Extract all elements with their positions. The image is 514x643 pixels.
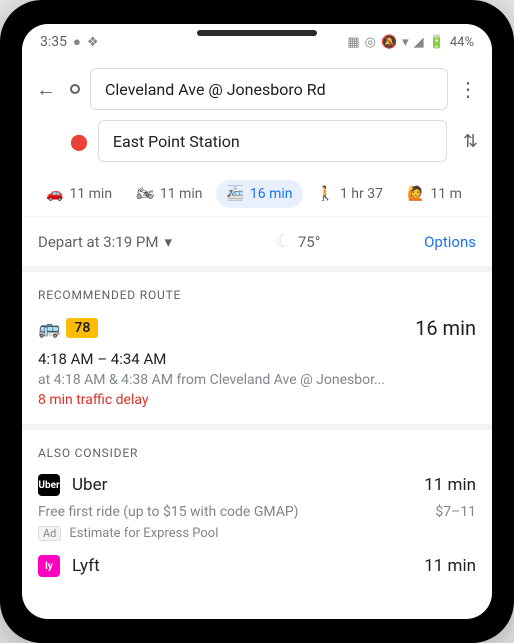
uber-subrow: Free first ride (up to $15 with code GMA… bbox=[38, 504, 476, 520]
lyft-name: Lyft bbox=[72, 556, 100, 576]
mode-transit[interactable]: 🚈 16 min bbox=[216, 180, 302, 208]
phone-inner: 3:35 ● ❖ ▦ ◎ 🔕 ▾ ◢ 🔋 44% ← bbox=[14, 14, 500, 629]
destination-row: ⬤ ⇅ bbox=[36, 120, 478, 162]
provider-lyft[interactable]: ly Lyft 11 min bbox=[38, 555, 476, 577]
mode-rideshare[interactable]: 🙋 11 m bbox=[397, 180, 472, 208]
screen: 3:35 ● ❖ ▦ ◎ 🔕 ▾ ◢ 🔋 44% ← bbox=[22, 24, 492, 619]
destination-input[interactable] bbox=[98, 120, 447, 162]
depart-label: Depart at 3:19 PM bbox=[38, 233, 158, 251]
overflow-menu-button[interactable]: ⋮ bbox=[458, 77, 478, 101]
route-summary: 🚌 78 16 min bbox=[38, 316, 476, 340]
route-badge: 78 bbox=[66, 318, 98, 338]
dnd-icon: 🔕 bbox=[381, 35, 397, 50]
route-times: 4:18 AM – 4:34 AM bbox=[38, 350, 476, 368]
origin-row: ← ⋮ bbox=[36, 68, 478, 110]
uber-duration: 11 min bbox=[424, 475, 476, 495]
traffic-delay: 8 min traffic delay bbox=[38, 392, 476, 408]
mode-walk[interactable]: 🚶 1 hr 37 bbox=[307, 180, 393, 208]
lyft-logo-icon: ly bbox=[38, 555, 60, 577]
rideshare-icon: 🙋 bbox=[407, 186, 424, 202]
mode-rideshare-duration: 11 m bbox=[430, 186, 462, 202]
uber-promo: Free first ride (up to $15 with code GMA… bbox=[38, 504, 299, 520]
mode-transit-duration: 16 min bbox=[250, 186, 293, 202]
route-detail: at 4:18 AM & 4:38 AM from Cleveland Ave … bbox=[38, 372, 476, 388]
mode-walk-duration: 1 hr 37 bbox=[340, 186, 383, 202]
recommended-section[interactable]: RECOMMENDED ROUTE 🚌 78 16 min 4:18 AM – … bbox=[22, 272, 492, 424]
battery-percent: 44% bbox=[450, 35, 474, 50]
mode-car[interactable]: 🚗 11 min bbox=[36, 180, 122, 208]
route-icons: 🚌 78 bbox=[38, 318, 98, 339]
provider-left: Uber Uber bbox=[38, 474, 107, 496]
car-icon: 🚗 bbox=[46, 186, 63, 202]
swap-button[interactable]: ⇅ bbox=[463, 131, 478, 152]
status-right: ▦ ◎ 🔕 ▾ ◢ 🔋 44% bbox=[347, 35, 474, 50]
bus-icon: 🚌 bbox=[38, 318, 60, 339]
uber-price: $7–11 bbox=[435, 504, 476, 520]
options-button[interactable]: Options bbox=[424, 233, 476, 251]
walk-icon: 🚶 bbox=[317, 186, 334, 202]
provider-left: ly Lyft bbox=[38, 555, 100, 577]
also-consider-label: ALSO CONSIDER bbox=[38, 446, 476, 460]
wifi-icon: ▾ bbox=[402, 35, 409, 50]
temperature: 75° bbox=[298, 233, 320, 251]
mode-car-duration: 11 min bbox=[69, 186, 112, 202]
phone-speaker bbox=[197, 30, 317, 36]
route-duration: 16 min bbox=[415, 316, 476, 340]
uber-name: Uber bbox=[72, 475, 107, 495]
controls-row: Depart at 3:19 PM ▾ ☾ 75° Options bbox=[22, 217, 492, 272]
directions-header: ← ⋮ ⬤ ⇅ bbox=[22, 60, 492, 172]
uber-estimate-label: Estimate for Express Pool bbox=[69, 526, 218, 541]
depart-time-button[interactable]: Depart at 3:19 PM ▾ bbox=[38, 233, 172, 251]
uber-logo-icon: Uber bbox=[38, 474, 60, 496]
transit-icon: 🚈 bbox=[226, 186, 243, 202]
origin-icon bbox=[70, 84, 80, 94]
signal-icon: ◢ bbox=[414, 35, 424, 50]
status-left: 3:35 ● ❖ bbox=[40, 34, 99, 50]
uber-ad-row: Ad Estimate for Express Pool bbox=[38, 526, 476, 541]
gps-icon: ◎ bbox=[365, 35, 376, 50]
lyft-duration: 11 min bbox=[424, 556, 476, 576]
origin-input[interactable] bbox=[90, 68, 448, 110]
recommended-label: RECOMMENDED ROUTE bbox=[38, 288, 476, 302]
diamond-icon: ❖ bbox=[87, 35, 99, 50]
destination-pin-icon: ⬤ bbox=[70, 132, 88, 151]
mode-tabs: 🚗 11 min 🏍 11 min 🚈 16 min 🚶 1 hr 37 🙋 bbox=[22, 172, 492, 217]
also-consider-section: ALSO CONSIDER Uber Uber 11 min Free firs… bbox=[22, 430, 492, 601]
location-dot-icon: ● bbox=[73, 34, 81, 50]
ad-badge: Ad bbox=[38, 526, 61, 541]
mode-moto-duration: 11 min bbox=[160, 186, 203, 202]
provider-row: Uber Uber 11 min bbox=[38, 474, 476, 496]
back-button[interactable]: ← bbox=[36, 77, 60, 102]
moon-icon: ☾ bbox=[276, 231, 292, 252]
battery-icon: 🔋 bbox=[429, 35, 445, 50]
clock: 3:35 bbox=[40, 34, 67, 50]
motorcycle-icon: 🏍 bbox=[136, 186, 154, 202]
provider-row: ly Lyft 11 min bbox=[38, 555, 476, 577]
weather: ☾ 75° bbox=[276, 231, 321, 252]
phone-frame: 3:35 ● ❖ ▦ ◎ 🔕 ▾ ◢ 🔋 44% ← bbox=[0, 0, 514, 643]
mode-motorcycle[interactable]: 🏍 11 min bbox=[126, 180, 212, 208]
cast-icon: ▦ bbox=[347, 35, 359, 50]
provider-uber[interactable]: Uber Uber 11 min Free first ride (up to … bbox=[38, 474, 476, 541]
chevron-down-icon: ▾ bbox=[164, 233, 172, 251]
